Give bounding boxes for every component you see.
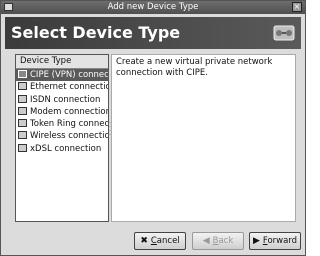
device-type-column-header[interactable]: Device Type bbox=[16, 55, 108, 69]
page-header: Select Device Type bbox=[5, 17, 301, 49]
back-arrow-icon: ◀ bbox=[202, 236, 210, 246]
wireless-icon bbox=[18, 131, 27, 140]
modem-icon bbox=[18, 106, 27, 115]
list-item-label: Ethernet connection bbox=[30, 82, 109, 93]
network-logo-icon bbox=[273, 25, 295, 41]
list-item[interactable]: Token Ring connectic bbox=[16, 118, 108, 130]
back-button[interactable]: ◀ Back bbox=[192, 232, 244, 250]
device-type-list[interactable]: Device Type CIPE (VPN) connecti Ethernet … bbox=[15, 54, 109, 222]
xdsl-icon bbox=[18, 143, 27, 152]
ethernet-icon bbox=[18, 82, 27, 91]
window-title: Add new Device Type bbox=[107, 2, 199, 12]
list-item-label: Token Ring connectic bbox=[30, 119, 109, 130]
cancel-label-rest: ancel bbox=[156, 236, 180, 246]
list-item[interactable]: xDSL connection bbox=[16, 143, 108, 155]
list-item[interactable]: ISDN connection bbox=[16, 94, 108, 106]
cancel-button[interactable]: ✖ Cancel bbox=[134, 232, 186, 250]
window-menu-icon[interactable] bbox=[4, 3, 13, 11]
vpn-icon bbox=[18, 70, 27, 78]
list-item[interactable]: Modem connection bbox=[16, 106, 108, 118]
list-item[interactable]: Wireless connection bbox=[16, 130, 108, 142]
isdn-icon bbox=[18, 94, 27, 103]
list-item-label: CIPE (VPN) connecti bbox=[30, 70, 109, 80]
close-icon[interactable]: × bbox=[292, 2, 302, 12]
back-label-rest: ack bbox=[218, 236, 234, 246]
list-item[interactable]: CIPE (VPN) connecti bbox=[16, 69, 109, 82]
list-item-label: xDSL connection bbox=[30, 143, 102, 154]
token-ring-icon bbox=[18, 119, 27, 128]
list-item-label: Wireless connection bbox=[30, 131, 109, 142]
list-item-label: ISDN connection bbox=[30, 94, 101, 105]
page-title: Select Device Type bbox=[11, 23, 181, 42]
forward-button[interactable]: ▶ Forward bbox=[249, 232, 301, 250]
title-bar[interactable]: Add new Device Type × bbox=[1, 1, 305, 14]
device-description: Create a new virtual private network con… bbox=[111, 54, 296, 222]
cancel-x-icon: ✖ bbox=[140, 236, 148, 246]
forward-arrow-icon: ▶ bbox=[252, 236, 260, 246]
list-item[interactable]: Ethernet connection bbox=[16, 81, 108, 93]
list-item-label: Modem connection bbox=[30, 106, 109, 117]
dialog-window: Add new Device Type × Select Device Type… bbox=[0, 0, 306, 256]
forward-label-rest: orward bbox=[267, 236, 298, 246]
description-text: Create a new virtual private network con… bbox=[116, 57, 273, 78]
